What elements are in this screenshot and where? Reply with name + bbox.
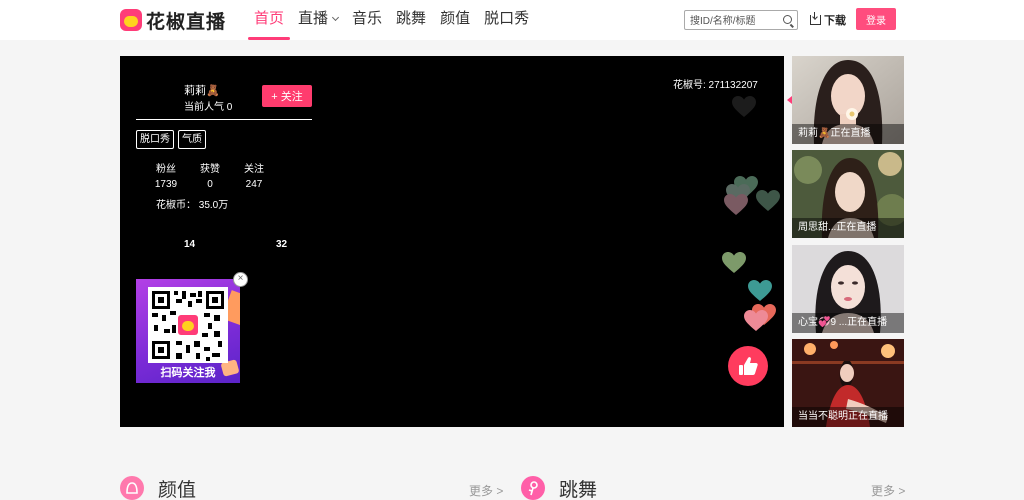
qr-label: 扫码关注我	[160, 367, 216, 379]
live-player[interactable]: 莉莉🧸 当前人气 0 + 关注 脱口秀 气质 粉丝 1739 获赞 0 关注 2…	[120, 56, 784, 427]
recommend-caption: 周思甜...正在直播	[792, 218, 904, 238]
nav-talkshow[interactable]: 脱口秀	[478, 0, 535, 40]
floating-hearts	[722, 96, 780, 331]
room-id: 花椒号: 271132207	[673, 80, 758, 91]
logo-text: 花椒直播	[146, 11, 227, 33]
rank-value-left: 14	[184, 239, 196, 250]
stat-label: 关注	[244, 164, 264, 175]
recommend-card[interactable]: 当当不聪明正在直播	[792, 339, 904, 427]
follow-button[interactable]: + 关注	[262, 85, 312, 107]
tag-talkshow[interactable]: 脱口秀	[136, 130, 174, 149]
qr-code-image	[148, 287, 228, 363]
search-input[interactable]	[685, 12, 777, 31]
search-icon[interactable]	[783, 15, 792, 24]
nav-live-label: 直播	[298, 10, 329, 27]
main-nav: 首页 直播 音乐 跳舞 颜值 脱口秀	[248, 0, 537, 40]
recommend-caption: 心宝💞9 ...正在直播	[792, 313, 904, 333]
more-link-dance[interactable]: 更多 >	[871, 482, 905, 499]
recommend-card[interactable]: 周思甜...正在直播	[792, 150, 904, 238]
heart-icon	[748, 280, 772, 301]
stat-likes: 获赞 0	[188, 160, 232, 190]
beauty-icon	[120, 476, 144, 500]
anchor-popularity: 当前人气 0	[184, 102, 233, 113]
tag-temperament[interactable]: 气质	[178, 130, 206, 149]
search-box	[684, 10, 798, 31]
stat-fans: 粉丝 1739	[144, 160, 188, 190]
download-link[interactable]: 下载	[810, 12, 846, 28]
heart-icon	[732, 96, 756, 117]
recommend-caption: 莉莉🧸正在直播	[792, 124, 904, 144]
section-title: 颜值	[158, 479, 197, 500]
heart-icon	[722, 252, 746, 273]
heart-icon	[756, 190, 780, 211]
nav-music[interactable]: 音乐	[346, 0, 388, 40]
nav-live[interactable]: 直播	[292, 0, 344, 40]
logo-icon	[120, 9, 142, 31]
rank-value-right: 32	[276, 239, 288, 250]
coin-balance: 花椒币： 35.0万	[156, 200, 229, 211]
like-button[interactable]	[728, 346, 768, 386]
anchor-name: 莉莉🧸	[184, 85, 220, 97]
stat-label: 获赞	[200, 164, 220, 175]
thumb-up-icon	[739, 357, 758, 375]
nav-beauty[interactable]: 颜值	[434, 0, 476, 40]
recommend-caption: 当当不聪明正在直播	[792, 407, 904, 427]
anchor-stats: 粉丝 1739 获赞 0 关注 247	[144, 160, 276, 190]
stat-value: 0	[207, 179, 213, 190]
stat-value: 1739	[154, 179, 178, 190]
stat-label: 粉丝	[156, 164, 176, 175]
qr-promo: 扫码关注我	[136, 279, 240, 383]
chevron-down-icon	[331, 13, 340, 22]
recommend-card[interactable]: 莉莉🧸正在直播	[792, 56, 904, 144]
site-logo[interactable]: 花椒直播	[120, 8, 227, 33]
more-link-beauty[interactable]: 更多 >	[469, 482, 503, 499]
dance-icon	[521, 476, 545, 500]
nav-dance[interactable]: 跳舞	[390, 0, 432, 40]
download-icon	[810, 12, 821, 25]
section-beauty-header: 颜值	[120, 474, 196, 500]
divider	[136, 119, 312, 120]
nav-home[interactable]: 首页	[248, 0, 291, 40]
stat-value: 247	[245, 179, 263, 190]
login-button[interactable]: 登录	[856, 8, 896, 30]
section-dance-header: 跳舞	[521, 474, 597, 500]
section-title: 跳舞	[559, 479, 598, 500]
close-icon[interactable]: ×	[233, 272, 248, 287]
download-label: 下载	[824, 15, 846, 27]
anchor-tags: 脱口秀 气质	[136, 130, 210, 149]
recommend-card[interactable]: 心宝💞9 ...正在直播	[792, 245, 904, 333]
top-header: 花椒直播 首页 直播 音乐 跳舞 颜值 脱口秀 下载 登录	[0, 0, 1024, 40]
stat-following: 关注 247	[232, 160, 276, 190]
